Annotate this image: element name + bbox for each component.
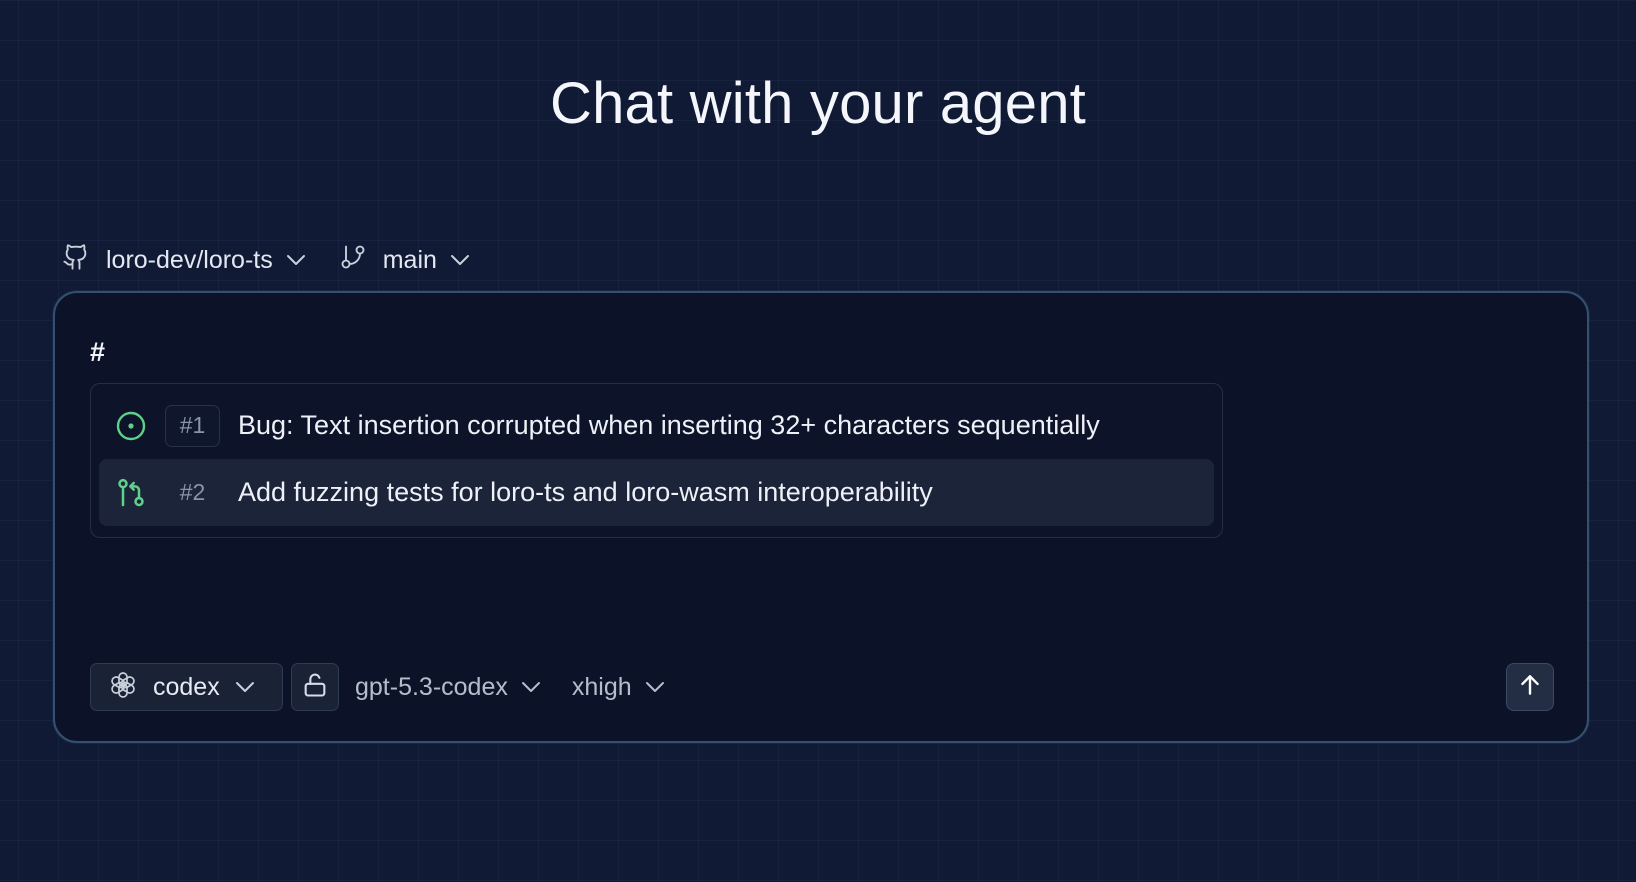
pull-request-icon — [113, 475, 149, 511]
suggestion-title: Bug: Text insertion corrupted when inser… — [238, 410, 1100, 440]
send-button[interactable] — [1506, 663, 1554, 711]
issue-open-icon — [113, 408, 149, 444]
chevron-down-icon — [285, 253, 307, 267]
repo-name: loro-dev/loro-ts — [106, 245, 273, 274]
reasoning-effort-select[interactable]: xhigh — [572, 673, 666, 702]
issue-number-badge: #1 — [165, 404, 220, 447]
model-label: gpt-5.3-codex — [355, 672, 508, 701]
unlock-icon — [301, 670, 329, 705]
openai-icon — [107, 669, 139, 706]
arrow-up-icon — [1517, 672, 1543, 703]
suggestion-title: Add fuzzing tests for loro-ts and loro-w… — [238, 477, 933, 507]
chevron-down-icon — [234, 680, 256, 694]
suggestion-item-issue-1[interactable]: #1 Bug: Text insertion corrupted when in… — [99, 392, 1214, 459]
suggestion-item-pr-2[interactable]: #2 Add fuzzing tests for loro-ts and lor… — [99, 459, 1214, 526]
composer-toolbar: codex gpt-5.3-codex xhigh — [90, 663, 666, 711]
git-branch-icon — [339, 242, 367, 279]
agent-select[interactable]: codex — [90, 663, 283, 711]
agent-label: codex — [153, 672, 220, 701]
repo-bar: loro-dev/loro-ts main — [62, 240, 471, 280]
github-icon — [62, 242, 90, 279]
effort-label: xhigh — [571, 672, 632, 701]
chevron-down-icon — [520, 680, 542, 694]
branch-name: main — [382, 245, 437, 274]
page-title: Chat with your agent — [550, 71, 1086, 136]
chat-composer: # #1 Bug: Text insertion corrupted when … — [53, 291, 1589, 743]
repo-selector[interactable]: loro-dev/loro-ts — [62, 242, 307, 279]
permissions-toggle-button[interactable] — [291, 663, 339, 711]
chevron-down-icon — [644, 680, 666, 694]
pr-number-badge: #2 — [179, 479, 206, 505]
mention-suggestions: #1 Bug: Text insertion corrupted when in… — [90, 383, 1223, 538]
chevron-down-icon — [449, 253, 471, 267]
message-input[interactable]: # — [90, 337, 105, 368]
branch-selector[interactable]: main — [339, 242, 471, 279]
model-select[interactable]: gpt-5.3-codex — [355, 673, 542, 702]
